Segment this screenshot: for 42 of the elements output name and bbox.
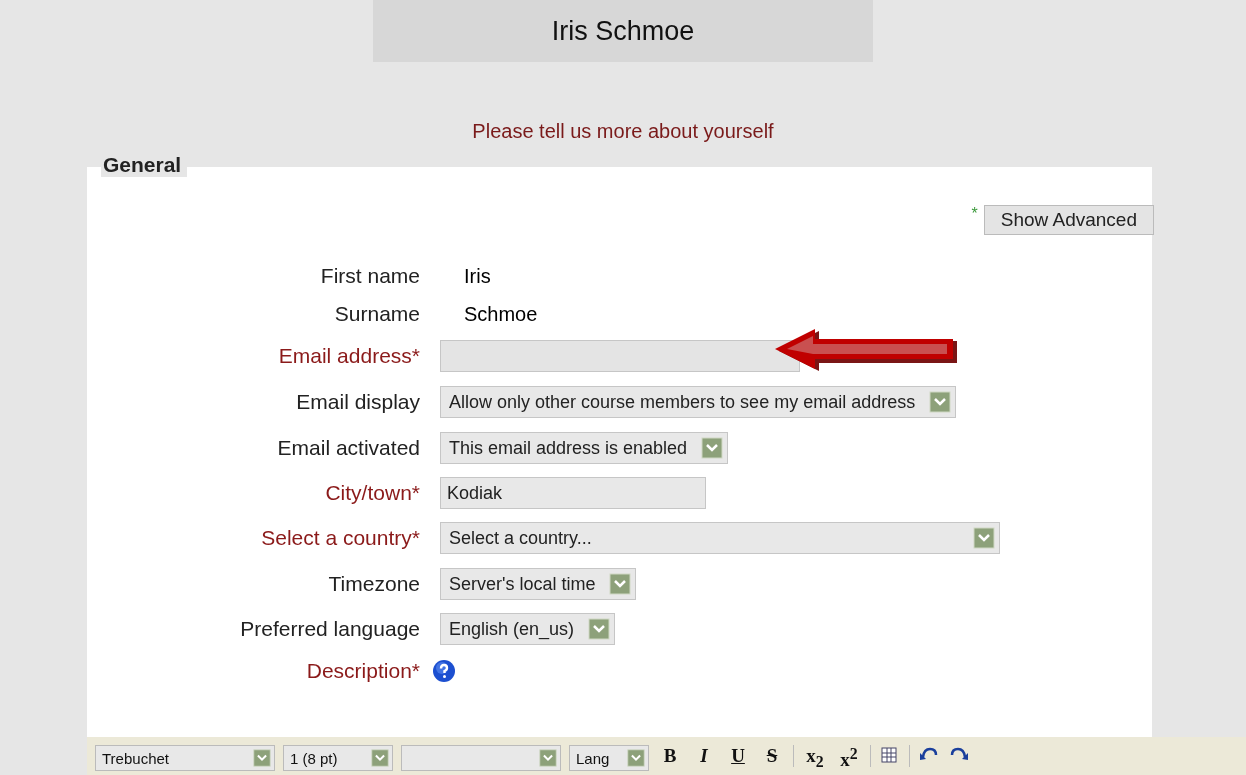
field-label: City/town* bbox=[324, 480, 420, 506]
page-subtitle: Please tell us more about yourself bbox=[472, 120, 774, 143]
field-label: Description* bbox=[305, 658, 420, 684]
dropdown-icon bbox=[539, 749, 557, 767]
italic-button[interactable]: I bbox=[691, 745, 717, 767]
field-label: First name bbox=[319, 263, 420, 289]
field-label: Surname bbox=[333, 301, 420, 327]
underline-button[interactable]: U bbox=[725, 745, 751, 767]
show-advanced-button[interactable]: Show Advanced bbox=[983, 205, 1154, 235]
dropdown-select[interactable]: This email address is enabled bbox=[440, 432, 729, 464]
dropdown-select[interactable]: Server's local time bbox=[440, 568, 637, 600]
dropdown-select[interactable]: Allow only other course members to see my email address bbox=[440, 386, 957, 418]
dropdown-icon bbox=[371, 749, 389, 767]
field-label: Preferred language bbox=[239, 616, 420, 642]
dropdown-icon bbox=[253, 749, 271, 767]
dropdown-icon bbox=[973, 527, 995, 549]
dropdown-select[interactable]: English (en_us) bbox=[440, 613, 616, 645]
bold-button[interactable]: B bbox=[657, 745, 683, 767]
field-label: Email display bbox=[295, 389, 420, 415]
dropdown-icon bbox=[609, 573, 632, 595]
help-icon[interactable] bbox=[432, 659, 456, 683]
dropdown-select[interactable]: Select a country... bbox=[440, 522, 1000, 554]
superscript-button[interactable]: x$^{2}$ bbox=[836, 745, 862, 772]
field-label: Select a country* bbox=[260, 525, 420, 551]
dropdown-icon bbox=[929, 391, 952, 413]
field-label: Timezone bbox=[327, 571, 420, 597]
name-value: Schmoe bbox=[463, 302, 538, 326]
dropdown-icon bbox=[588, 618, 611, 640]
subscript-button[interactable]: x$_{2}$ bbox=[802, 745, 828, 771]
field-label: Email activated bbox=[276, 435, 420, 461]
strikethrough-button[interactable]: S bbox=[759, 745, 785, 767]
asterisk-label: * bbox=[971, 205, 978, 223]
text-field[interactable]: Kodiak bbox=[440, 477, 706, 509]
page-title: Iris Schmoe bbox=[373, 0, 873, 62]
dropdown-icon bbox=[701, 437, 724, 459]
dropdown-icon bbox=[627, 749, 645, 767]
text-field[interactable] bbox=[440, 340, 800, 372]
name-value: Iris bbox=[463, 264, 491, 288]
toolbar-select[interactable]: 1 (8 pt) bbox=[283, 745, 393, 771]
field-label: Email address* bbox=[277, 343, 420, 369]
toolbar-select[interactable]: Trebuchet bbox=[95, 745, 275, 771]
toolbar-select[interactable]: Lang bbox=[569, 745, 649, 771]
